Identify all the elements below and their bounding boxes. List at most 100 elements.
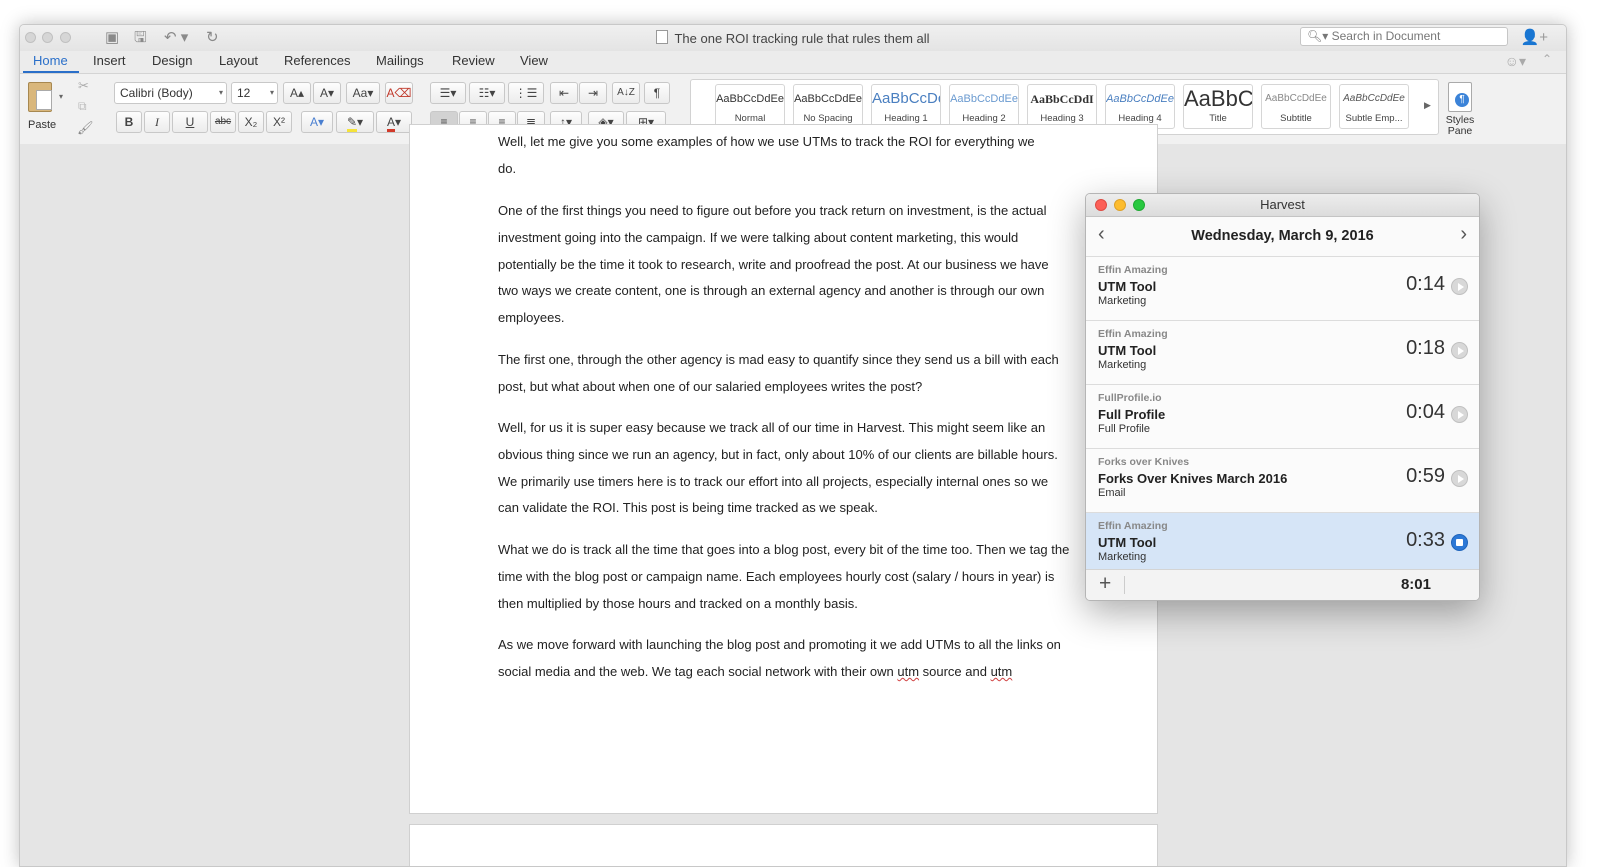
- misspelled-word[interactable]: utm: [991, 664, 1013, 679]
- paragraph-3: Well, for us it is super easy because we…: [498, 420, 1058, 516]
- style-normal[interactable]: AaBbCcDdEe Normal: [715, 84, 785, 129]
- document-page[interactable]: Well, let me give you some examples of h…: [409, 124, 1158, 814]
- tab-view[interactable]: View: [520, 53, 548, 68]
- harvest-footer: + 8:01: [1086, 569, 1479, 600]
- style-heading-3[interactable]: AaBbCcDdI Heading 3: [1027, 84, 1097, 129]
- harvest-date: Wednesday, March 9, 2016: [1191, 228, 1374, 244]
- tab-design[interactable]: Design: [152, 53, 192, 68]
- styles-pane-button[interactable]: ¶ Styles Pane: [1443, 82, 1477, 137]
- superscript-button[interactable]: X²: [266, 111, 292, 133]
- time-entry[interactable]: Effin Amazing UTM Tool Marketing 0:18: [1086, 321, 1479, 385]
- harvest-title-bar: Harvest: [1086, 194, 1479, 217]
- document-icon: [656, 30, 669, 44]
- play-icon: [1458, 475, 1464, 483]
- time-entry[interactable]: FullProfile.io Full Profile Full Profile…: [1086, 385, 1479, 449]
- time-entry[interactable]: Forks over Knives Forks Over Knives Marc…: [1086, 449, 1479, 513]
- chevron-down-icon: ▾: [269, 88, 274, 97]
- add-entry-icon[interactable]: +: [1099, 573, 1111, 595]
- harvest-zoom-button[interactable]: [1133, 199, 1145, 211]
- tab-insert[interactable]: Insert: [93, 53, 126, 68]
- document-page-next[interactable]: [409, 824, 1158, 866]
- subscript-button[interactable]: X₂: [238, 111, 264, 133]
- paragraph-4: What we do is track all the time that go…: [498, 542, 1070, 611]
- entry-duration: 0:18: [1406, 337, 1445, 359]
- show-formatting-button[interactable]: ¶: [644, 82, 670, 104]
- paragraph-2: The first one, through the other agency …: [498, 352, 1059, 394]
- stop-icon: [1456, 539, 1463, 546]
- bullets-button[interactable]: ☰▾: [430, 82, 466, 104]
- sort-button[interactable]: A↓Z: [612, 82, 640, 104]
- paragraph-5: As we move forward with launching the bl…: [498, 637, 1061, 679]
- style-subtle-emphasis[interactable]: AaBbCcDdEe Subtle Emp...: [1339, 84, 1409, 129]
- entry-duration: 0:14: [1406, 273, 1445, 295]
- italic-button[interactable]: I: [144, 111, 170, 133]
- daily-total: 8:01: [1400, 576, 1431, 593]
- style-title[interactable]: AaBbC Title: [1183, 84, 1253, 129]
- paragraph-1: One of the first things you need to figu…: [498, 203, 1049, 326]
- strikethrough-button[interactable]: abc: [210, 111, 236, 133]
- search-icon: 🔍︎▾: [1307, 29, 1332, 43]
- harvest-date-bar: ‹ Wednesday, March 9, 2016 ›: [1086, 217, 1479, 257]
- highlight-button[interactable]: ✎▾: [336, 111, 374, 133]
- search-input[interactable]: 🔍︎▾ Search in Document: [1300, 27, 1508, 46]
- chevron-down-icon: ▾: [218, 88, 223, 97]
- play-icon: [1458, 283, 1464, 291]
- entry-duration: 0:59: [1406, 465, 1445, 487]
- format-painter-icon[interactable]: 🖌︎: [77, 120, 94, 136]
- styles-more-icon[interactable]: ▶: [1424, 100, 1431, 111]
- paragraph-cut: Well, let me give you some examples of h…: [498, 134, 1035, 176]
- style-subtitle[interactable]: AaBbCcDdEe Subtitle: [1261, 84, 1331, 129]
- paste-button[interactable]: ▾: [26, 80, 63, 114]
- time-entry-running[interactable]: Effin Amazing UTM Tool Marketing 0:33: [1086, 513, 1479, 577]
- tab-layout[interactable]: Layout: [219, 53, 258, 68]
- start-timer-button[interactable]: [1451, 470, 1468, 487]
- font-name-dropdown[interactable]: Calibri (Body) ▾: [114, 82, 227, 104]
- multilevel-list-button[interactable]: ⋮☰: [508, 82, 544, 104]
- numbering-button[interactable]: ☷▾: [469, 82, 505, 104]
- harvest-minimize-button[interactable]: [1114, 199, 1126, 211]
- paste-label: Paste: [28, 119, 57, 131]
- start-timer-button[interactable]: [1451, 278, 1468, 295]
- increase-indent-button[interactable]: ⇥: [579, 82, 607, 104]
- stop-timer-button[interactable]: [1451, 534, 1468, 551]
- time-entry[interactable]: Effin Amazing UTM Tool Marketing 0:14: [1086, 257, 1479, 321]
- harvest-title: Harvest: [1260, 197, 1305, 212]
- tab-review[interactable]: Review: [452, 53, 495, 68]
- font-size-dropdown[interactable]: 12 ▾: [231, 82, 278, 104]
- tab-mailings[interactable]: Mailings: [376, 53, 424, 68]
- misspelled-word[interactable]: utm: [897, 664, 919, 679]
- copy-icon[interactable]: ⧉: [78, 99, 87, 114]
- style-heading-4[interactable]: AaBbCcDdEe Heading 4: [1105, 84, 1175, 129]
- decrease-indent-button[interactable]: ⇤: [550, 82, 578, 104]
- style-heading-1[interactable]: AaBbCcDc Heading 1: [871, 84, 941, 129]
- change-case-button[interactable]: Aa▾: [346, 82, 380, 104]
- text-effects-button[interactable]: A▾: [301, 111, 333, 133]
- entry-duration: 0:33: [1406, 529, 1445, 551]
- underline-button[interactable]: U: [172, 111, 208, 133]
- chevron-right-icon[interactable]: ›: [1460, 224, 1467, 244]
- title-bar: ▣ 🖫 ↶ ▾ ↻ The one ROI tracking rule that…: [20, 25, 1566, 51]
- tab-references[interactable]: References: [284, 53, 350, 68]
- cut-icon[interactable]: ✂: [78, 78, 89, 94]
- style-no-spacing[interactable]: AaBbCcDdEe No Spacing: [793, 84, 863, 129]
- clear-formatting-button[interactable]: A⌫: [385, 82, 413, 104]
- feedback-smiley-icon[interactable]: ☺▾: [1505, 53, 1526, 70]
- harvest-window: Harvest ‹ Wednesday, March 9, 2016 › Eff…: [1085, 193, 1480, 601]
- play-icon: [1458, 347, 1464, 355]
- styles-pane-icon: ¶: [1448, 82, 1472, 112]
- shrink-font-button[interactable]: A▾: [313, 82, 341, 104]
- grow-font-button[interactable]: A▴: [283, 82, 311, 104]
- entry-duration: 0:04: [1406, 401, 1445, 423]
- play-icon: [1458, 411, 1464, 419]
- tab-home[interactable]: Home: [33, 53, 68, 68]
- start-timer-button[interactable]: [1451, 342, 1468, 359]
- font-color-button[interactable]: A▾: [376, 111, 412, 133]
- ribbon-tabs: Home Insert Design Layout References Mai…: [20, 51, 1566, 73]
- style-heading-2[interactable]: AaBbCcDdEe Heading 2: [949, 84, 1019, 129]
- highlighter-icon: ✎: [346, 115, 358, 132]
- share-icon[interactable]: 👤+: [1521, 28, 1548, 46]
- start-timer-button[interactable]: [1451, 406, 1468, 423]
- bold-button[interactable]: B: [116, 111, 142, 133]
- harvest-close-button[interactable]: [1095, 199, 1107, 211]
- collapse-ribbon-icon[interactable]: ⌃: [1542, 52, 1552, 66]
